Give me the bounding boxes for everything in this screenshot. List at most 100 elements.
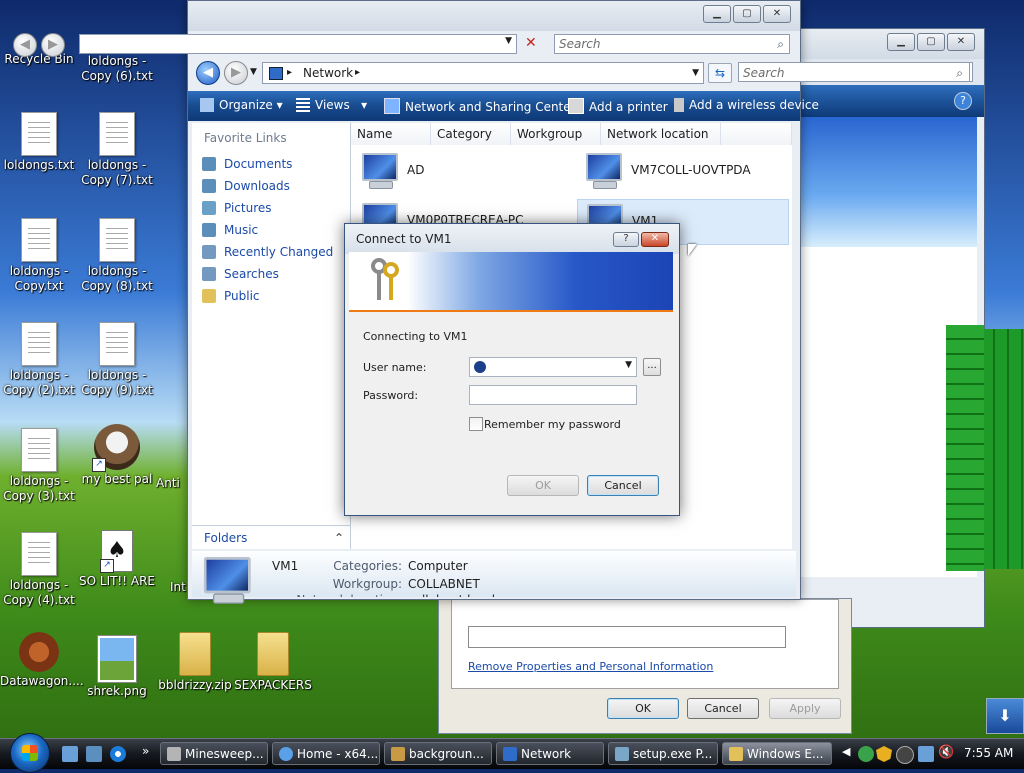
- nav-link-searches[interactable]: Searches: [192, 263, 350, 285]
- close-button[interactable]: ✕: [641, 232, 669, 247]
- nav-link-recently-changed[interactable]: Recently Changed: [192, 241, 350, 263]
- volume-muted-icon[interactable]: 🔇: [938, 745, 954, 760]
- desktop-icon-partial[interactable]: Int: [170, 580, 188, 595]
- forward-button[interactable]: ▶: [41, 33, 65, 57]
- add-printer-button[interactable]: Add a printer: [568, 98, 668, 114]
- breadcrumb-network[interactable]: Network: [303, 63, 353, 83]
- minimize-button[interactable]: ▁: [703, 5, 731, 23]
- desktop-icon-shortcut[interactable]: ♠ ↗ SO LIT!! ARE: [78, 530, 156, 589]
- back-button[interactable]: ◀: [196, 61, 220, 85]
- nav-link-music[interactable]: Music: [192, 219, 350, 241]
- column-header-workgroup[interactable]: Workgroup: [511, 123, 601, 145]
- add-wireless-device-button[interactable]: Add a wireless device: [674, 98, 819, 112]
- stop-icon[interactable]: ✕: [525, 35, 537, 51]
- search-input[interactable]: Search ⌕: [738, 62, 970, 82]
- chevron-down-icon[interactable]: ▼: [625, 360, 632, 370]
- security-shield-icon[interactable]: [876, 746, 892, 762]
- window-titlebar[interactable]: ▁ ▢ ✕: [188, 1, 800, 31]
- nav-link-documents[interactable]: Documents: [192, 153, 350, 175]
- close-button[interactable]: ✕: [763, 5, 791, 23]
- refresh-icon[interactable]: ⇆: [708, 63, 732, 83]
- back-button[interactable]: ◀: [13, 33, 37, 57]
- maximize-button[interactable]: ▢: [917, 33, 945, 51]
- desktop-icon-file[interactable]: loldongs - Copy (3).txt: [0, 428, 78, 504]
- taskbar-item-minesweeper[interactable]: Minesweep...: [160, 742, 268, 765]
- minimize-button[interactable]: ▁: [887, 33, 915, 51]
- tray-app-icon[interactable]: [896, 746, 914, 764]
- desktop-icon-file[interactable]: loldongs - Copy (4).txt: [0, 532, 78, 608]
- show-desktop-icon[interactable]: [62, 746, 78, 762]
- taskbar-item-windows-explorer[interactable]: Windows E...: [722, 742, 832, 765]
- desktop-icon-zip[interactable]: bbldrizzy.zip: [156, 632, 234, 693]
- forward-button[interactable]: ▶: [224, 61, 248, 85]
- show-desktop-corner-icon[interactable]: ⬇: [986, 698, 1024, 734]
- connect-dialog[interactable]: Connect to VM1 ? ✕ Connecting to VM1 Use…: [344, 223, 680, 516]
- column-header-name[interactable]: Name: [351, 123, 431, 145]
- clock[interactable]: 7:55 AM: [964, 746, 1013, 760]
- desktop-icon-file[interactable]: loldongs - Copy (8).txt: [78, 218, 156, 294]
- network-tray-icon[interactable]: [918, 746, 934, 762]
- views-button[interactable]: Views ▾: [296, 98, 367, 112]
- taskbar-item-setup[interactable]: setup.exe P...: [608, 742, 718, 765]
- network-sharing-center-button[interactable]: Network and Sharing Center: [384, 98, 576, 114]
- tray-chevron-icon[interactable]: ◀: [842, 745, 850, 758]
- recent-pages-chevron-icon[interactable]: ▼: [250, 67, 257, 77]
- internet-explorer-icon[interactable]: [110, 746, 126, 762]
- pictures-icon: [202, 201, 216, 215]
- desktop-icon-partial[interactable]: Anti: [156, 476, 190, 491]
- desktop-icon-label: SEXPACKERS: [234, 678, 312, 692]
- password-input[interactable]: [469, 385, 637, 405]
- username-label: User name:: [363, 361, 427, 374]
- username-combobox[interactable]: ▼: [469, 357, 637, 377]
- address-dropdown-icon[interactable]: ▼: [692, 63, 699, 83]
- switch-windows-icon[interactable]: [86, 746, 102, 762]
- properties-textbox[interactable]: [468, 626, 786, 648]
- background-explorer-window[interactable]: ▁ ▢ ✕ ⌕ ?: [741, 28, 1024, 628]
- chevron-down-icon[interactable]: ▼: [505, 36, 512, 46]
- cancel-button[interactable]: Cancel: [587, 475, 659, 496]
- desktop-icon-image[interactable]: shrek.png: [78, 636, 156, 699]
- dialog-titlebar[interactable]: Connect to VM1 ? ✕: [345, 224, 679, 254]
- taskbar-item-browser[interactable]: Home - x64...: [272, 742, 380, 765]
- desktop-icon-file[interactable]: loldongs - Copy (7).txt: [78, 112, 156, 188]
- desktop-icon-shortcut[interactable]: Datawagon....: [0, 632, 84, 689]
- properties-dialog[interactable]: Remove Properties and Personal Informati…: [438, 598, 852, 734]
- network-item[interactable]: VM7COLL-UOVTPDA: [577, 149, 789, 195]
- search-input[interactable]: Search ⌕: [554, 34, 790, 54]
- desktop-icon-file[interactable]: loldongs.txt: [0, 112, 78, 173]
- cancel-button[interactable]: Cancel: [687, 698, 759, 719]
- close-button[interactable]: ✕: [947, 33, 975, 51]
- nav-link-pictures[interactable]: Pictures: [192, 197, 350, 219]
- remember-password-checkbox[interactable]: [469, 417, 483, 431]
- desktop-icon-file[interactable]: loldongs - Copy (9).txt: [78, 322, 156, 398]
- help-button[interactable]: ?: [613, 232, 639, 247]
- tray-status-icon[interactable]: [858, 746, 874, 762]
- desktop-icon-shortcut[interactable]: ↗ my best pal: [78, 424, 156, 487]
- remember-password-label[interactable]: Remember my password: [484, 418, 621, 431]
- taskbar-item-background[interactable]: backgroun...: [384, 742, 492, 765]
- ok-button[interactable]: OK: [507, 475, 579, 496]
- window-titlebar[interactable]: ▁ ▢ ✕: [801, 29, 984, 59]
- desktop-icon-file[interactable]: loldongs - Copy.txt: [0, 218, 78, 294]
- apply-button[interactable]: Apply: [769, 698, 841, 719]
- taskbar-item-network[interactable]: Network: [496, 742, 604, 765]
- folders-toggle[interactable]: Folders ⌃: [192, 525, 350, 549]
- url-input[interactable]: ▼: [79, 34, 517, 54]
- remove-properties-link[interactable]: Remove Properties and Personal Informati…: [468, 660, 713, 673]
- desktop-icon-folder[interactable]: SEXPACKERS: [234, 632, 312, 693]
- column-header-network-location[interactable]: Network location: [601, 123, 721, 145]
- browse-users-button[interactable]: ...: [643, 358, 661, 376]
- nav-link-public[interactable]: Public: [192, 285, 350, 307]
- address-bar[interactable]: ▸ Network ▸ ▼: [262, 62, 704, 84]
- ok-button[interactable]: OK: [607, 698, 679, 719]
- music-icon: [202, 223, 216, 237]
- maximize-button[interactable]: ▢: [733, 5, 761, 23]
- desktop-icon-file[interactable]: loldongs - Copy (2).txt: [0, 322, 78, 398]
- start-button[interactable]: [10, 733, 50, 773]
- column-header-category[interactable]: Category: [431, 123, 511, 145]
- organize-button[interactable]: Organize ▾: [200, 98, 283, 112]
- quicklaunch-overflow[interactable]: »: [142, 744, 149, 758]
- nav-link-downloads[interactable]: Downloads: [192, 175, 350, 197]
- help-icon[interactable]: ?: [954, 92, 972, 110]
- network-item[interactable]: AD: [353, 149, 563, 195]
